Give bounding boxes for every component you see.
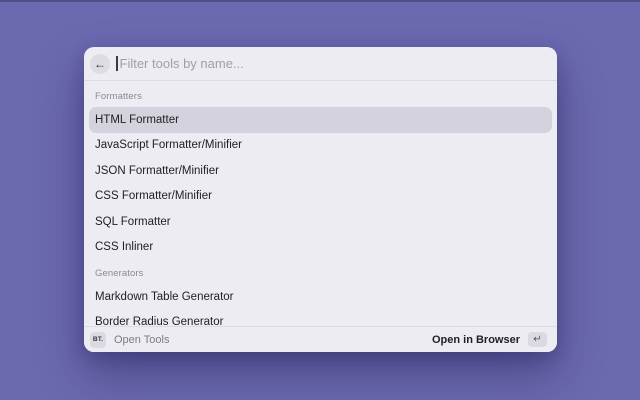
list-item-label: CSS Formatter/Minifier [95,190,212,203]
back-button[interactable]: ← [90,53,110,74]
list-item-label: CSS Inliner [95,241,154,254]
list-item-javascript-formatter[interactable]: JavaScript Formatter/Minifier [89,133,552,159]
back-arrow-icon: ← [94,56,106,71]
enter-key-icon[interactable]: ↵ [528,332,547,347]
list-item-label: SQL Formatter [95,215,171,228]
list-item-css-formatter[interactable]: CSS Formatter/Minifier [89,184,552,210]
command-palette: ← Formatters HTML Formatter JavaScript F… [84,47,557,352]
list-item-label: Markdown Table Generator [95,290,234,303]
app-name-label: Open Tools [114,333,170,346]
search-input[interactable] [117,47,547,80]
search-bar: ← [84,47,557,81]
list-item-css-inliner[interactable]: CSS Inliner [89,235,552,261]
list-item-html-formatter[interactable]: HTML Formatter [89,107,552,133]
tool-list: Formatters HTML Formatter JavaScript For… [84,81,557,326]
list-item-markdown-table-generator[interactable]: Markdown Table Generator [89,284,552,310]
section-header-formatters: Formatters [95,91,142,102]
list-item-border-radius-generator[interactable]: Border Radius Generator [89,310,552,326]
app-logo-badge: BT. [90,331,106,348]
list-item-label: JavaScript Formatter/Minifier [95,139,242,152]
footer-bar: BT. Open Tools Open in Browser ↵ [84,326,557,352]
section-header-generators: Generators [95,268,144,279]
list-item-label: JSON Formatter/Minifier [95,164,219,177]
list-item-label: Border Radius Generator [95,316,224,326]
list-item-json-formatter[interactable]: JSON Formatter/Minifier [89,158,552,184]
primary-action-label[interactable]: Open in Browser [432,334,520,346]
list-item-sql-formatter[interactable]: SQL Formatter [89,209,552,235]
list-item-label: HTML Formatter [95,113,179,126]
